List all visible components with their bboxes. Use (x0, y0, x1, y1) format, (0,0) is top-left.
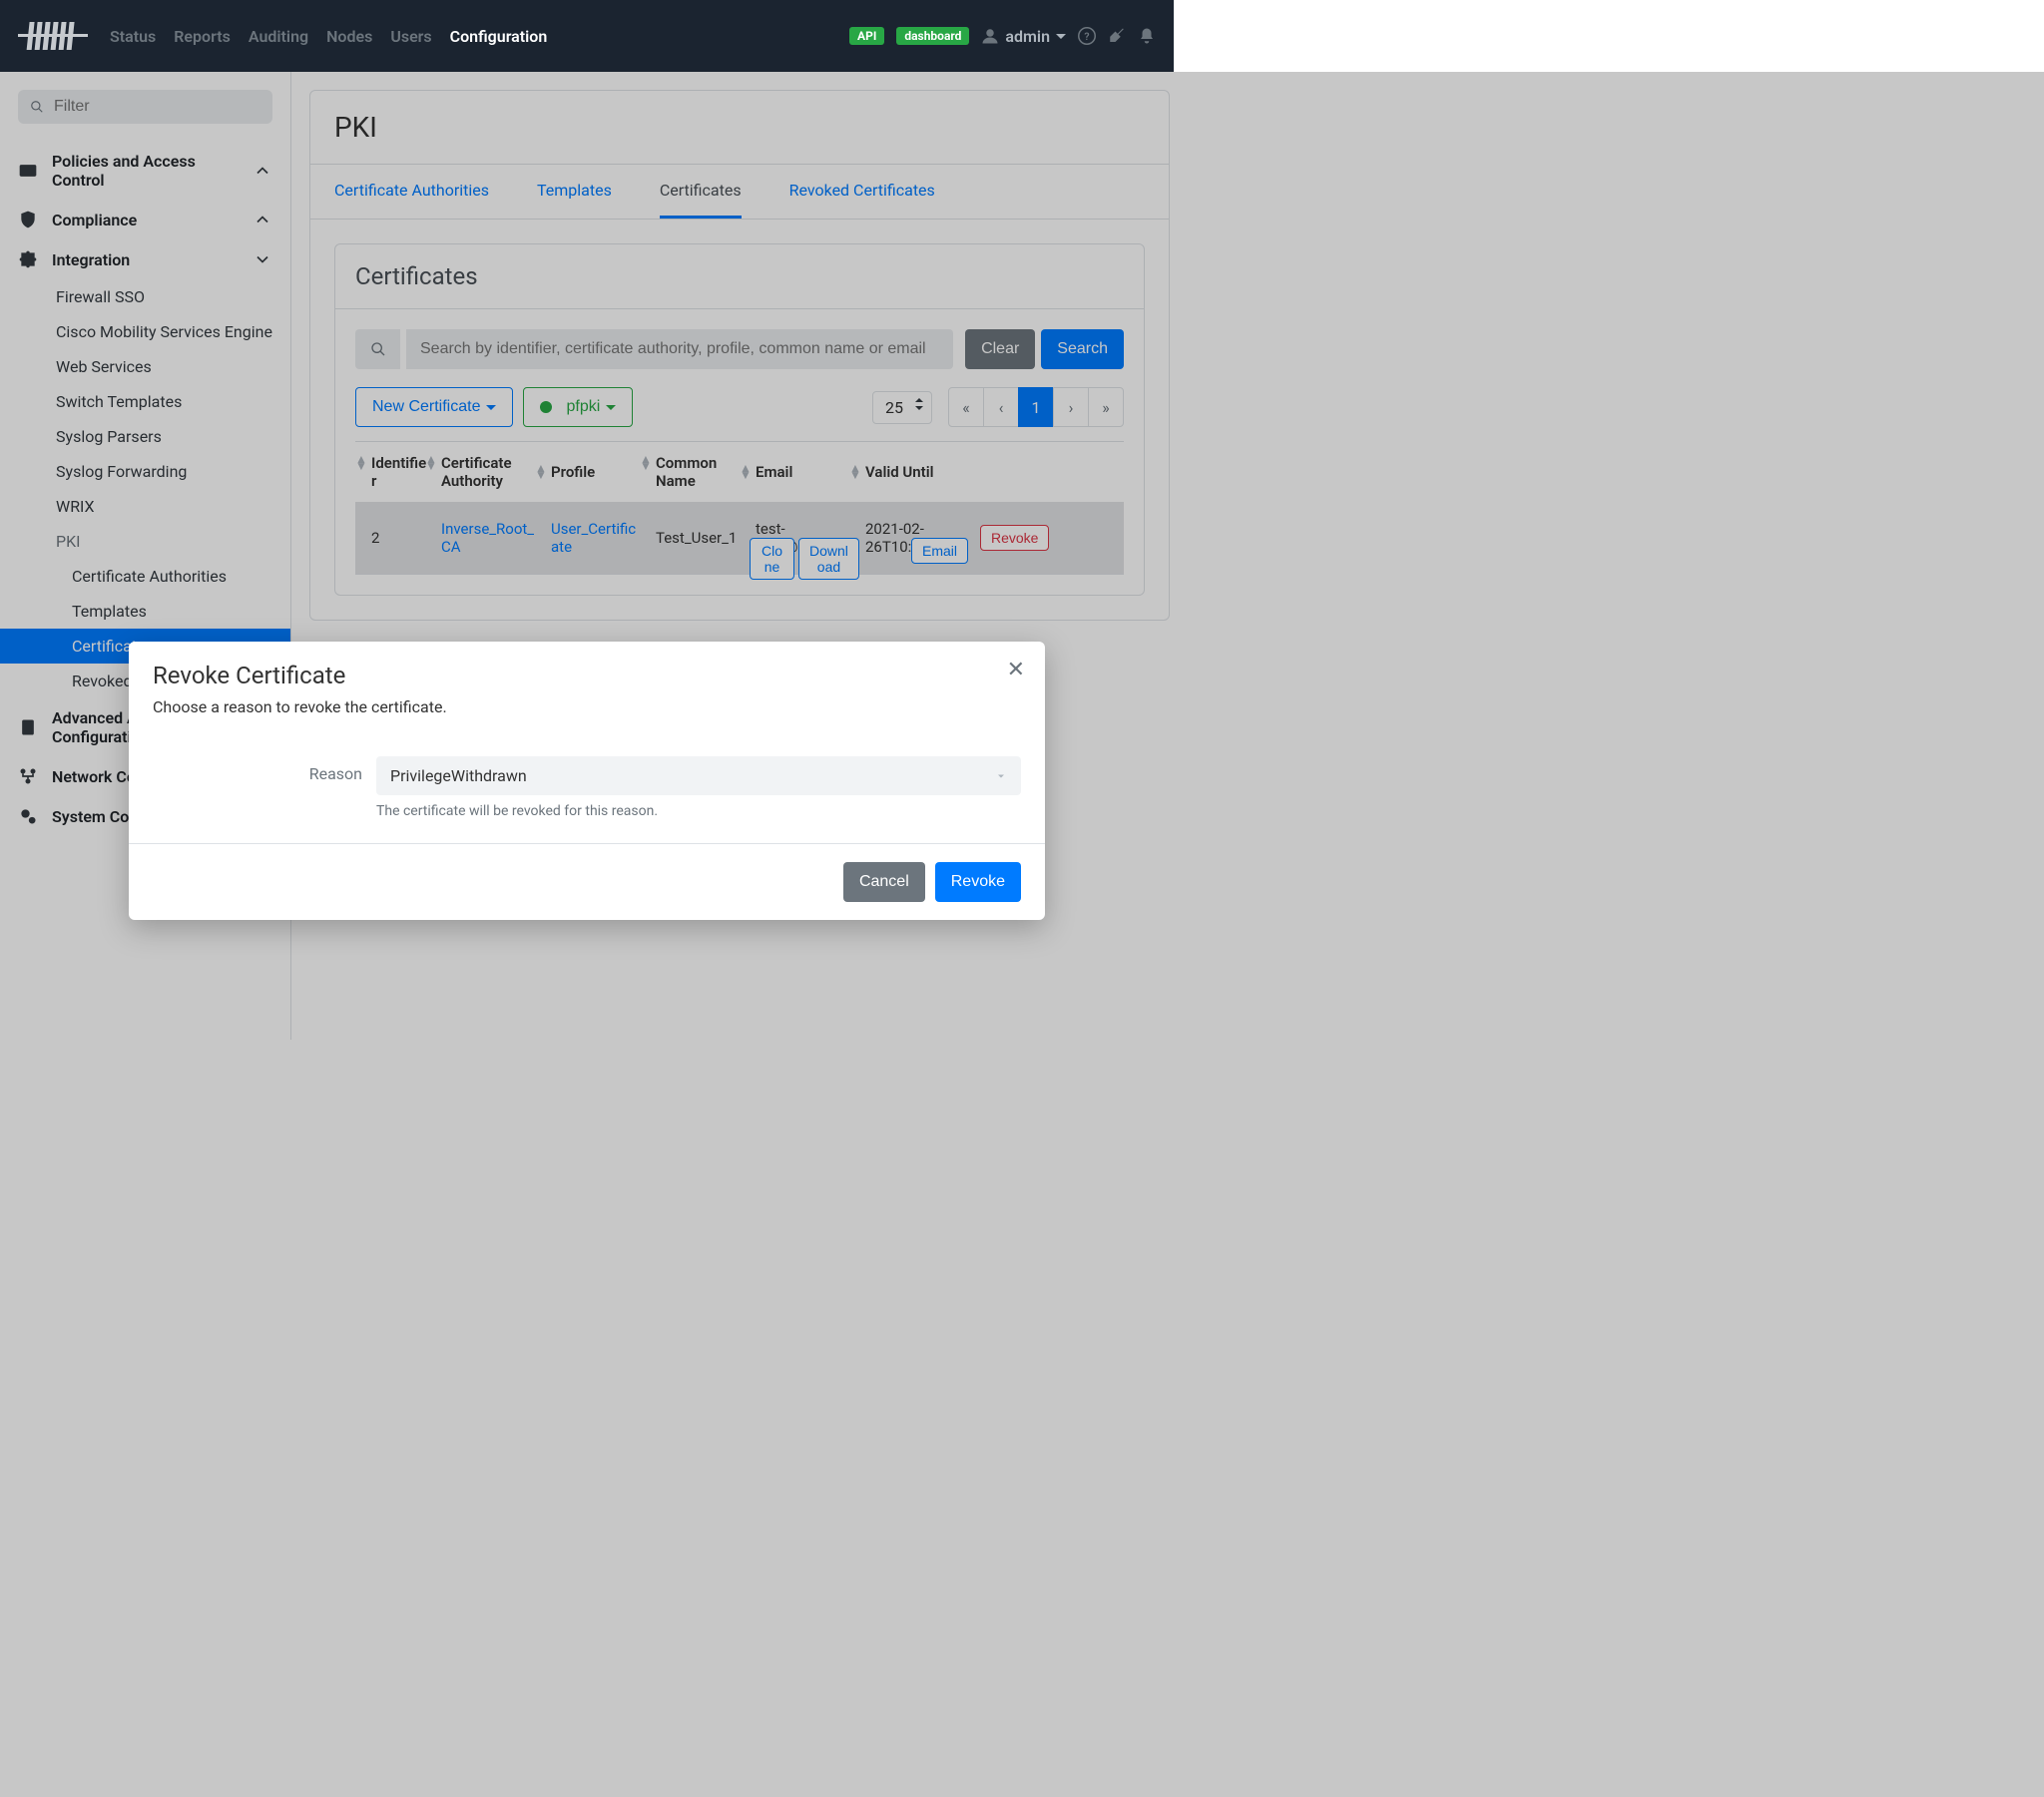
revoke-confirm-button[interactable]: Revoke (935, 862, 1021, 902)
svg-text:?: ? (1084, 30, 1089, 43)
reason-help: The certificate will be revoked for this… (376, 803, 1021, 819)
dashboard-badge[interactable]: dashboard (896, 27, 969, 45)
reason-label: Reason (153, 756, 362, 783)
app-logo (18, 18, 88, 54)
reason-select[interactable]: PrivilegeWithdrawn (376, 756, 1021, 795)
nav-status[interactable]: Status (110, 27, 156, 46)
nav-menu: Status Reports Auditing Nodes Users Conf… (110, 27, 547, 46)
tools-icon[interactable] (1108, 27, 1126, 45)
nav-reports[interactable]: Reports (174, 27, 231, 46)
cancel-button[interactable]: Cancel (843, 862, 925, 902)
user-name: admin (1005, 27, 1050, 46)
modal-overlay[interactable] (0, 72, 2044, 1797)
top-navbar: Status Reports Auditing Nodes Users Conf… (0, 0, 1174, 72)
modal-subtitle: Choose a reason to revoke the certificat… (153, 697, 1021, 716)
nav-configuration[interactable]: Configuration (450, 27, 548, 46)
user-icon (981, 27, 999, 45)
chevron-down-icon (995, 770, 1007, 782)
user-menu[interactable]: admin (981, 27, 1066, 46)
nav-auditing[interactable]: Auditing (249, 27, 308, 46)
nav-nodes[interactable]: Nodes (326, 27, 372, 46)
reason-value: PrivilegeWithdrawn (390, 766, 527, 785)
chevron-down-icon (1056, 34, 1066, 39)
modal-title: Revoke Certificate (153, 662, 1021, 689)
help-icon[interactable]: ? (1078, 27, 1096, 45)
nav-users[interactable]: Users (390, 27, 431, 46)
api-badge[interactable]: API (849, 27, 884, 45)
close-icon[interactable]: ✕ (1007, 658, 1025, 682)
bell-icon[interactable] (1138, 27, 1156, 45)
revoke-modal: Revoke Certificate Choose a reason to re… (129, 642, 1045, 920)
